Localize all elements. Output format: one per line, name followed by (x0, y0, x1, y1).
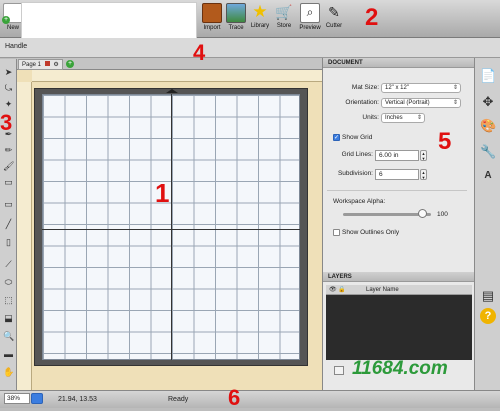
zoom-stepper[interactable] (31, 393, 43, 404)
weld-icon[interactable]: ⬓ (3, 313, 14, 324)
cursor-coordinates: 21.94, 13.53 (58, 396, 97, 403)
magnifier-icon: ⌕ (300, 3, 320, 23)
gear-icon[interactable]: ⚙ (53, 62, 58, 68)
annotation-5: 5 (438, 128, 452, 155)
dropdown-icon: ⇕ (452, 85, 458, 91)
annotation-3: 3 (0, 110, 13, 135)
import-button[interactable]: Import (200, 3, 224, 31)
grid-lines-label: Grid Lines: (341, 151, 373, 158)
show-grid-checkbox[interactable]: ✓ (333, 134, 340, 141)
subdivision-input[interactable]: 6 (375, 169, 419, 180)
annotation-2: 2 (365, 4, 379, 31)
star-icon: ★ (252, 2, 268, 21)
edit-points-icon[interactable]: ⤿ (3, 83, 14, 94)
store-button[interactable]: 🛒 Store (272, 3, 296, 29)
tools-sidebar: ➤ ⤿ ✦ ✒ ✏ 🖌 ▭ ▭ ╱ ▯ ⟋ ⬭ ⬚ ⬓ 🔍 ▬ ✋ (0, 59, 17, 390)
grid-center-horizontal (42, 229, 300, 230)
new-layer-icon[interactable] (334, 366, 344, 375)
options-bar: Handle (0, 38, 500, 58)
layer-name-column: Layer Name (366, 287, 399, 293)
grid-lines-input[interactable]: 6.00 in (375, 150, 419, 161)
brush-icon[interactable]: 🖌 (3, 161, 14, 172)
rectangle-icon[interactable]: ▭ (3, 199, 14, 210)
cutter-button[interactable]: ✎ Cutter (322, 3, 346, 29)
layers-panel-header: LAYERS (323, 272, 475, 282)
cart-icon: 🛒 (275, 4, 293, 20)
mat-size-label: Mat Size: (351, 84, 379, 91)
annotation-1: 1 (155, 178, 170, 208)
hand-icon[interactable]: ✋ (3, 367, 14, 378)
subdivision-stepper[interactable]: ▲ ▼ (420, 169, 427, 180)
import-icon (202, 3, 222, 23)
annotation-6: 6 (228, 385, 241, 410)
new-doc-icon: + (2, 3, 23, 24)
left-ruler (17, 82, 32, 390)
status-text: Ready (168, 396, 189, 403)
document-panel-header: DOCUMENT (323, 58, 475, 68)
annotation-4: 4 (193, 40, 206, 65)
document-icon[interactable]: 📄 (480, 68, 496, 84)
add-page-icon[interactable]: + (66, 60, 74, 68)
trace-icon (226, 3, 246, 23)
line-icon[interactable]: ╱ (3, 219, 14, 230)
panel-switcher-strip: 📄 ✥ 🎨 🔧 A ▤ ? (474, 58, 500, 390)
ellipse-icon[interactable]: ⬭ (3, 277, 14, 288)
top-ruler (32, 70, 322, 82)
workspace-alpha-label: Workspace Alpha: (333, 198, 386, 205)
zoom-icon[interactable]: 🔍 (3, 331, 14, 342)
grid-center-vertical (171, 94, 172, 360)
tab-page-1[interactable]: Page 1 ⚙ (18, 59, 63, 70)
watermark-text: 11684.com (352, 358, 448, 379)
select-arrow-icon[interactable]: ➤ (3, 67, 14, 78)
status-bar: 21.94, 13.53 Ready (0, 390, 500, 408)
zoom-input[interactable]: 38% (4, 393, 30, 404)
transform-icon[interactable]: ⬚ (3, 295, 14, 306)
mat-size-select[interactable]: 12" x 12" ⇕ (381, 83, 461, 93)
divider (327, 190, 467, 191)
dropdown-icon: ⇕ (416, 115, 422, 121)
eye-icon: 👁 (329, 287, 337, 293)
layers-icon[interactable]: ▤ (480, 288, 496, 304)
show-outlines-label: Show Outlines Only (342, 229, 400, 236)
wrench-icon[interactable]: 🔧 (480, 144, 496, 160)
node-icon[interactable]: ✦ (3, 99, 14, 110)
preview-button[interactable]: ⌕ Preview (298, 3, 322, 31)
layers-list[interactable] (326, 295, 472, 360)
show-outlines-checkbox[interactable] (333, 229, 340, 236)
workspace-alpha-value: 100 (437, 211, 448, 218)
library-button[interactable]: ★ Library (248, 2, 272, 30)
blade-icon: ✎ (328, 4, 340, 20)
lock-icon: 🔒 (338, 287, 346, 293)
orientation-select[interactable]: Vertical (Portrait) ⇕ (381, 98, 461, 108)
units-label: Units: (362, 114, 379, 121)
ruler-icon[interactable]: ▬ (3, 349, 14, 360)
palette-icon[interactable]: 🎨 (480, 118, 496, 134)
pencil-icon[interactable]: ✏ (3, 145, 14, 156)
subdivision-label: Subdivision: (337, 170, 373, 177)
knife-icon[interactable]: ⟋ (3, 259, 14, 270)
trace-button[interactable]: Trace (224, 3, 248, 31)
dropdown-icon: ⇕ (452, 100, 458, 106)
layers-column-header: 👁 🔒 Layer Name (326, 285, 472, 295)
eraser-icon[interactable]: ▭ (3, 177, 14, 188)
blank-overlay-box (21, 2, 197, 42)
workspace-alpha-slider-thumb[interactable] (418, 209, 428, 218)
grid-lines-stepper[interactable]: ▲ ▼ (420, 150, 427, 161)
orientation-label: Orientation: (345, 99, 379, 106)
units-select[interactable]: Inches ⇕ (381, 113, 425, 123)
text-style-icon[interactable]: A (480, 168, 496, 184)
move-arrows-icon[interactable]: ✥ (480, 94, 496, 110)
show-grid-label: Show Grid (342, 134, 373, 141)
close-tab-icon[interactable] (44, 61, 50, 66)
help-icon[interactable]: ? (480, 308, 496, 324)
handle-label: Handle (5, 43, 28, 50)
text-box-icon[interactable]: ▯ (3, 237, 14, 248)
